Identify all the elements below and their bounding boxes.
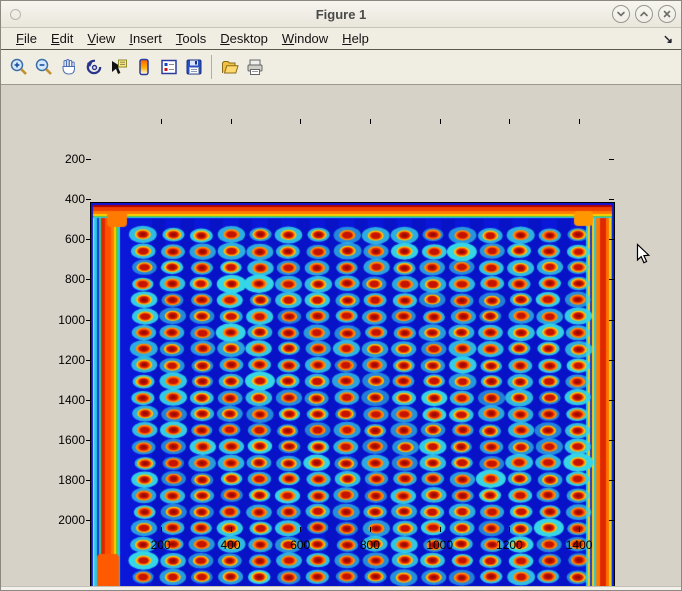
y-tick — [86, 159, 91, 160]
y-tick-label: 400 — [41, 192, 85, 206]
print-figure-icon[interactable] — [242, 55, 267, 79]
toolbar-separator — [211, 55, 212, 79]
menu-view[interactable]: View — [80, 29, 122, 48]
menu-help[interactable]: Help — [335, 29, 376, 48]
close-icon — [662, 9, 672, 19]
x-tick-top — [579, 119, 580, 124]
open-file-icon[interactable] — [217, 55, 242, 79]
rotate-3d-icon[interactable] — [81, 55, 106, 79]
data-cursor-icon[interactable] — [106, 55, 131, 79]
y-tick-label: 1600 — [41, 433, 85, 447]
y-tick — [86, 199, 91, 200]
y-tick-label: 800 — [41, 272, 85, 286]
y-tick-label: 1200 — [41, 353, 85, 367]
menu-insert[interactable]: Insert — [122, 29, 169, 48]
y-tick-label: 2000 — [41, 513, 85, 527]
y-tick-label: 1000 — [41, 313, 85, 327]
maximize-button[interactable] — [635, 5, 653, 23]
menu-file[interactable]: File — [9, 29, 44, 48]
zoom-out-icon[interactable] — [31, 55, 56, 79]
x-tick-top — [440, 119, 441, 124]
figure-canvas: 2004006008001000120014002004006008001000… — [1, 85, 682, 586]
y-tick-right — [609, 199, 614, 200]
x-tick-top — [370, 119, 371, 124]
y-tick-right — [609, 159, 614, 160]
zoom-in-icon[interactable] — [6, 55, 31, 79]
chevron-down-icon — [616, 9, 626, 19]
x-tick-top — [231, 119, 232, 124]
window-controls — [612, 5, 676, 23]
window-title: Figure 1 — [1, 1, 681, 28]
menu-desktop[interactable]: Desktop — [213, 29, 275, 48]
titlebar: Figure 1 — [1, 1, 681, 28]
menu-edit[interactable]: Edit — [44, 29, 80, 48]
y-tick-label: 1800 — [41, 473, 85, 487]
x-tick-top — [161, 119, 162, 124]
x-tick-top — [509, 119, 510, 124]
menu-tools[interactable]: Tools — [169, 29, 213, 48]
window-bottom-border — [1, 586, 681, 591]
menubar: FileEditViewInsertToolsDesktopWindowHelp — [1, 28, 681, 50]
insert-colorbar-icon[interactable] — [131, 55, 156, 79]
dock-figure-icon[interactable]: ↘ — [663, 32, 673, 46]
menu-window[interactable]: Window — [275, 29, 335, 48]
chevron-up-icon — [639, 9, 649, 19]
y-tick-label: 1400 — [41, 393, 85, 407]
y-tick-label: 600 — [41, 232, 85, 246]
close-button[interactable] — [658, 5, 676, 23]
pan-icon[interactable] — [56, 55, 81, 79]
x-tick-top — [300, 119, 301, 124]
plate-heatmap-image — [91, 203, 614, 591]
y-tick-label: 200 — [41, 152, 85, 166]
insert-legend-icon[interactable] — [156, 55, 181, 79]
figure-window: Figure 1 FileEditViewInsertToolsDesktopW… — [0, 0, 682, 591]
toolbar — [1, 50, 681, 85]
save-figure-icon[interactable] — [181, 55, 206, 79]
minimize-button[interactable] — [612, 5, 630, 23]
